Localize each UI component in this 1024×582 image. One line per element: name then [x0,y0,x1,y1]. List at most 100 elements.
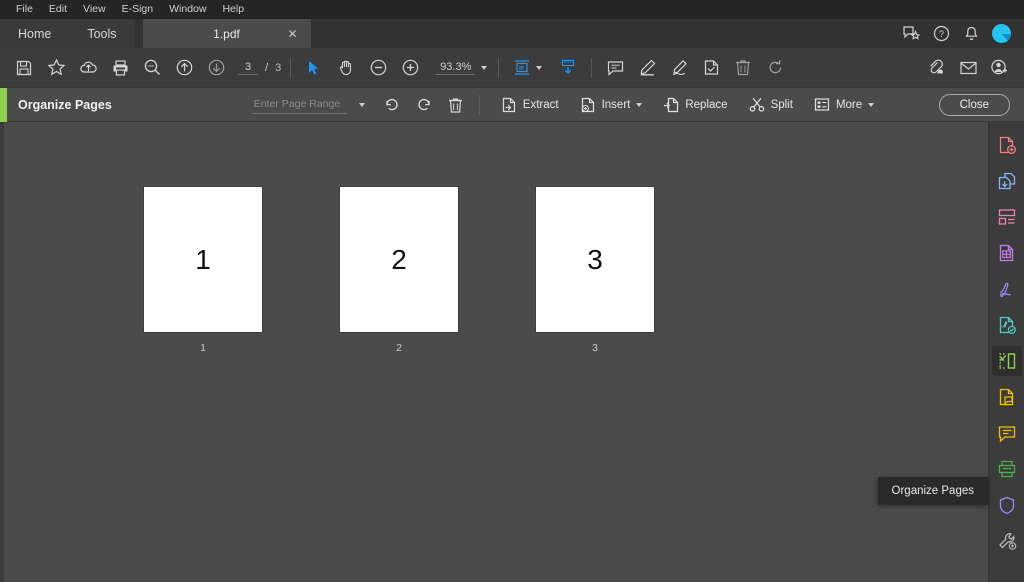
insert-icon [581,97,594,113]
menu-item-help[interactable]: Help [214,0,252,19]
insert-label: Insert [601,98,631,111]
page-content-number: 1 [195,243,211,275]
fit-page-chevron-icon[interactable] [536,65,543,70]
scan-and-ocr-icon[interactable] [992,454,1022,484]
document-tab-1pdf[interactable]: 1.pdf ✕ [142,19,311,48]
tab-home[interactable]: Home [0,19,69,48]
add-person-icon[interactable] [984,53,1016,83]
insert-button[interactable]: Insert [572,92,651,117]
delete-icon[interactable] [727,53,759,83]
search-icon[interactable] [136,53,168,83]
more-label: More [835,98,863,111]
page-caption: 1 [200,342,206,354]
zoom-level-value[interactable]: 93.3% [436,61,476,75]
menu-item-edit[interactable]: Edit [41,0,75,19]
fill-and-sign-icon[interactable] [992,274,1022,304]
previous-page-icon[interactable] [168,53,200,83]
page-preview[interactable]: 1 [144,187,262,332]
feedback-icon[interactable] [896,19,926,48]
hand-icon[interactable] [330,53,362,83]
rotate-icon[interactable] [759,53,791,83]
close-button[interactable]: Close [938,93,1010,116]
menu-item-file[interactable]: File [8,0,41,19]
toolbar-divider [290,57,292,78]
chevron-down-icon[interactable] [481,65,488,70]
create-pdf-icon[interactable] [992,130,1022,160]
more-tools-icon[interactable] [992,526,1022,556]
save-icon[interactable] [8,53,40,83]
select-cursor-icon[interactable] [298,53,330,83]
export-pdf-icon[interactable] [992,238,1022,268]
page-preview[interactable]: 2 [340,187,458,332]
zoom-out-icon[interactable] [362,53,394,83]
more-chevron-icon[interactable] [868,102,875,107]
tools-sidebar [988,122,1024,582]
page-thumbnail[interactable]: 1 1 [144,187,262,354]
comment-icon[interactable] [992,418,1022,448]
menu-bar: File Edit View E-Sign Window Help [0,0,1024,19]
send-for-signature-icon[interactable] [992,310,1022,340]
page-preview[interactable]: 3 [536,187,654,332]
split-button[interactable]: Split [741,92,801,117]
home-tools-group: Home Tools [0,19,135,48]
combine-files-icon[interactable] [992,166,1022,196]
zoom-level-field[interactable]: 93.3% [436,61,488,75]
page-range-input[interactable] [251,95,347,114]
zoom-in-icon[interactable] [394,53,426,83]
star-icon[interactable] [40,53,72,83]
edit-pdf-icon[interactable] [992,202,1022,232]
email-icon[interactable] [952,53,984,83]
page-thumbnail[interactable]: 3 3 [536,187,654,354]
page-content-number: 3 [587,243,603,275]
organize-pages-toolbar: Organize Pages Extract Insert Replace [0,87,1024,122]
menu-item-esign[interactable]: E-Sign [114,0,162,19]
draw-icon[interactable] [663,53,695,83]
menu-item-view[interactable]: View [75,0,114,19]
replace-icon [664,97,679,113]
replace-button[interactable]: Replace [655,92,735,117]
page-current-input[interactable]: 3 [238,61,258,75]
extract-label: Extract [522,98,559,111]
next-page-icon[interactable] [200,53,232,83]
redo-icon[interactable] [409,91,439,119]
page-number-field[interactable]: 3 / 3 [238,61,281,75]
organize-bar-divider [478,94,480,115]
menu-item-window[interactable]: Window [161,0,214,19]
undo-icon[interactable] [377,91,407,119]
help-icon[interactable]: ? [926,19,956,48]
scroll-mode-icon[interactable] [552,53,584,83]
stamp-icon[interactable] [695,53,727,83]
organize-pages-icon[interactable] [991,346,1022,376]
tooltip-organize-pages: Organize Pages [877,477,988,505]
trash-icon[interactable] [441,91,471,119]
cloud-upload-icon[interactable] [72,53,104,83]
toolbar-divider-2 [498,57,500,78]
comment-icon[interactable] [599,53,631,83]
split-icon [749,97,764,112]
bell-icon[interactable] [956,19,986,48]
page-thumbnails-canvas[interactable]: 1 1 2 2 3 3 [4,122,988,582]
avatar[interactable] [986,19,1016,48]
fit-page-icon[interactable] [506,53,538,83]
tab-spacer [134,19,143,48]
protect-icon[interactable] [992,490,1022,520]
insert-chevron-icon[interactable] [636,102,643,107]
extract-icon [502,97,515,113]
more-button[interactable]: More [806,93,882,116]
page-comment-icon[interactable] [992,382,1022,412]
replace-label: Replace [685,98,728,111]
tab-bar-empty-area [310,19,896,48]
close-icon[interactable]: ✕ [284,26,300,42]
organize-pages-accent-bar [0,87,7,122]
page-total: 3 [275,61,282,74]
tab-tools[interactable]: Tools [69,19,134,48]
page-range-chevron-icon[interactable] [358,102,365,107]
share-link-icon[interactable] [920,53,952,83]
page-caption: 3 [592,342,598,354]
extract-button[interactable]: Extract [493,92,567,117]
page-range-group [251,95,365,114]
page-thumbnail[interactable]: 2 2 [340,187,458,354]
highlight-icon[interactable] [631,53,663,83]
toolbar-divider-3 [591,57,593,78]
print-icon[interactable] [104,53,136,83]
